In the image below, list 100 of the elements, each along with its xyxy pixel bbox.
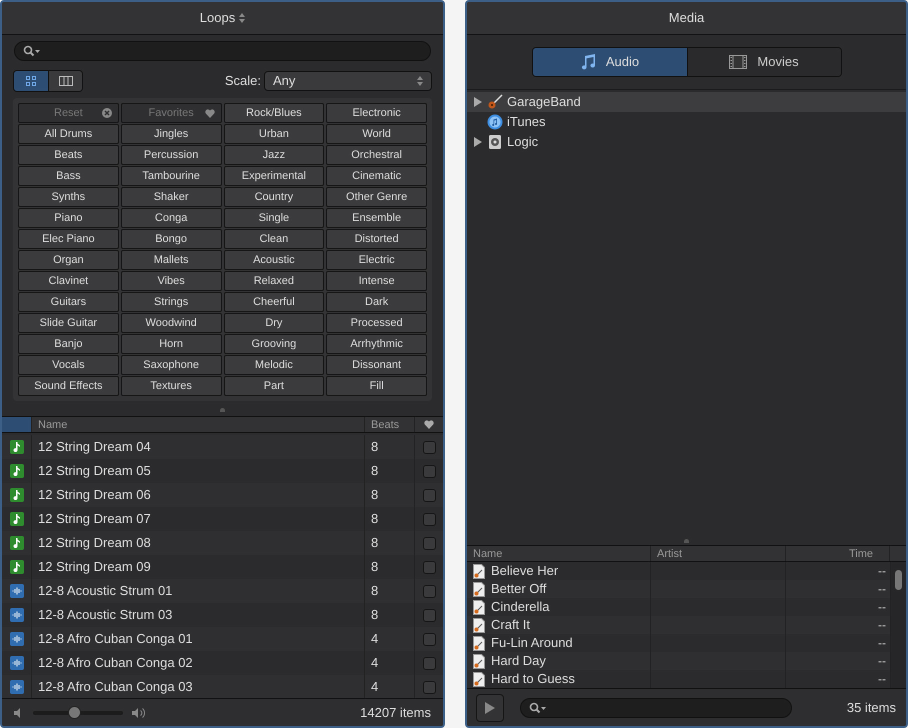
source-item[interactable]: iTunes — [467, 112, 906, 132]
keyword-button[interactable]: Piano — [18, 208, 119, 228]
column-header[interactable]: Artist — [651, 546, 786, 561]
keyword-button[interactable]: Relaxed — [224, 271, 324, 291]
tab[interactable]: Audio — [532, 48, 686, 76]
keyword-button[interactable]: Vocals — [18, 355, 119, 375]
keyword-button[interactable]: Saxophone — [120, 355, 222, 375]
column-header[interactable]: Beats — [365, 417, 415, 432]
favorite-checkbox[interactable] — [422, 632, 436, 646]
tab-bar[interactable]: Audio Movies — [532, 47, 842, 77]
scroll-thumb[interactable] — [895, 570, 902, 590]
keyword-button[interactable]: Synths — [18, 187, 119, 207]
keyword-button[interactable]: Conga — [120, 208, 222, 228]
keyword-button[interactable]: Jingles — [120, 124, 222, 144]
keyword-button[interactable]: Grooving — [224, 334, 324, 354]
keyword-button[interactable]: Processed — [326, 313, 427, 333]
keyword-button[interactable]: Mallets — [120, 250, 222, 270]
tab[interactable]: Movies — [686, 48, 840, 76]
favorite-checkbox[interactable] — [422, 464, 436, 478]
keyword-button[interactable]: Shaker — [120, 187, 222, 207]
column-header[interactable]: Time — [786, 546, 890, 561]
keyword-button[interactable]: Cinematic — [326, 166, 427, 186]
song-time: -- — [878, 653, 886, 670]
keyword-button[interactable]: Intense — [326, 271, 427, 291]
keyword-button[interactable]: All Drums — [18, 124, 119, 144]
favorite-checkbox[interactable] — [422, 536, 436, 550]
keyword-button[interactable]: Organ — [18, 250, 119, 270]
keyword-button[interactable]: Bongo — [120, 229, 222, 249]
keyword-button[interactable]: Clavinet — [18, 271, 119, 291]
up-down-icon[interactable] — [239, 13, 246, 23]
loop-name: 12 String Dream 08 — [38, 534, 151, 552]
keyword-button[interactable]: World — [326, 124, 427, 144]
keyword-button[interactable]: Woodwind — [120, 313, 222, 333]
keyword-button[interactable]: Electronic — [326, 103, 427, 123]
keyword-button[interactable]: Tambourine — [120, 166, 222, 186]
keyword-button[interactable]: Banjo — [18, 334, 119, 354]
slider-thumb[interactable] — [68, 706, 80, 718]
keyword-button[interactable]: Beats — [18, 145, 119, 165]
keyword-button[interactable]: Jazz — [224, 145, 324, 165]
column-header[interactable]: Name — [32, 417, 365, 432]
favorite-checkbox[interactable] — [422, 608, 436, 622]
loop-name: 12 String Dream 05 — [38, 462, 151, 480]
play-button[interactable] — [476, 694, 504, 722]
keyword-button[interactable]: Elec Piano — [18, 229, 119, 249]
source-item[interactable]: Logic — [467, 132, 906, 152]
search-field[interactable] — [14, 41, 431, 61]
beats-value: 8 — [371, 606, 378, 624]
keyword-button[interactable]: Experimental — [224, 166, 324, 186]
keyword-button[interactable]: Urban — [224, 124, 324, 144]
keyword-button[interactable]: Vibes — [120, 271, 222, 291]
search-field[interactable] — [520, 698, 792, 718]
keyword-button[interactable]: Cheerful — [224, 292, 324, 312]
keyword-button[interactable]: Ensemble — [326, 208, 427, 228]
keyword-button[interactable]: Country — [224, 187, 324, 207]
grid-view-button[interactable] — [14, 71, 48, 91]
column-view-button[interactable] — [48, 71, 82, 91]
keyword-button[interactable]: Arrhythmic — [326, 334, 427, 354]
keyword-button[interactable]: Melodic — [224, 355, 324, 375]
keyword-button[interactable]: Horn — [120, 334, 222, 354]
keyword-button[interactable]: Clean — [224, 229, 324, 249]
keyword-button[interactable]: Bass — [18, 166, 119, 186]
view-mode-toggle[interactable] — [13, 70, 83, 92]
beats-value: 4 — [371, 678, 378, 696]
column-header[interactable]: Name — [467, 546, 651, 561]
keyword-button[interactable]: Textures — [120, 376, 222, 396]
keyword-button[interactable]: Electric — [326, 250, 427, 270]
keyword-button[interactable]: Rock/Blues — [224, 103, 324, 123]
keyword-button[interactable]: Other Genre — [326, 187, 427, 207]
loop-name: 12 String Dream 06 — [38, 486, 151, 504]
keyword-button[interactable]: Sound Effects — [18, 376, 119, 396]
favorite-checkbox[interactable] — [422, 512, 436, 526]
keyword-button[interactable]: Dry — [224, 313, 324, 333]
keyword-button[interactable]: Fill — [326, 376, 427, 396]
splitter-handle[interactable] — [684, 538, 689, 542]
keyword-button[interactable]: Guitars — [18, 292, 119, 312]
keyword-button[interactable]: Percussion — [120, 145, 222, 165]
scale-label: Scale: — [224, 72, 261, 90]
keyword-button[interactable]: Acoustic — [224, 250, 324, 270]
splitter-handle[interactable] — [220, 408, 225, 412]
song-file-icon — [473, 618, 485, 632]
keyword-button[interactable]: Dissonant — [326, 355, 427, 375]
favorite-checkbox[interactable] — [422, 656, 436, 670]
beats-value: 4 — [371, 630, 378, 648]
favorite-checkbox[interactable] — [422, 680, 436, 694]
keyword-button[interactable]: Dark — [326, 292, 427, 312]
scale-dropdown[interactable]: Any — [264, 71, 432, 91]
favorite-checkbox[interactable] — [422, 440, 436, 454]
favorite-checkbox[interactable] — [422, 488, 436, 502]
keyword-button[interactable]: Slide Guitar — [18, 313, 119, 333]
keyword-button[interactable]: Single — [224, 208, 324, 228]
keyword-button[interactable]: Strings — [120, 292, 222, 312]
keyword-button[interactable]: Orchestral — [326, 145, 427, 165]
keyword-button[interactable]: Part — [224, 376, 324, 396]
song-file-icon — [473, 636, 485, 650]
favorite-checkbox[interactable] — [422, 584, 436, 598]
disclosure-triangle-icon[interactable] — [473, 137, 483, 147]
keyword-button[interactable]: Distorted — [326, 229, 427, 249]
favorite-checkbox[interactable] — [422, 560, 436, 574]
disclosure-triangle-icon[interactable] — [473, 97, 483, 107]
source-item[interactable]: GarageBand — [467, 92, 906, 112]
